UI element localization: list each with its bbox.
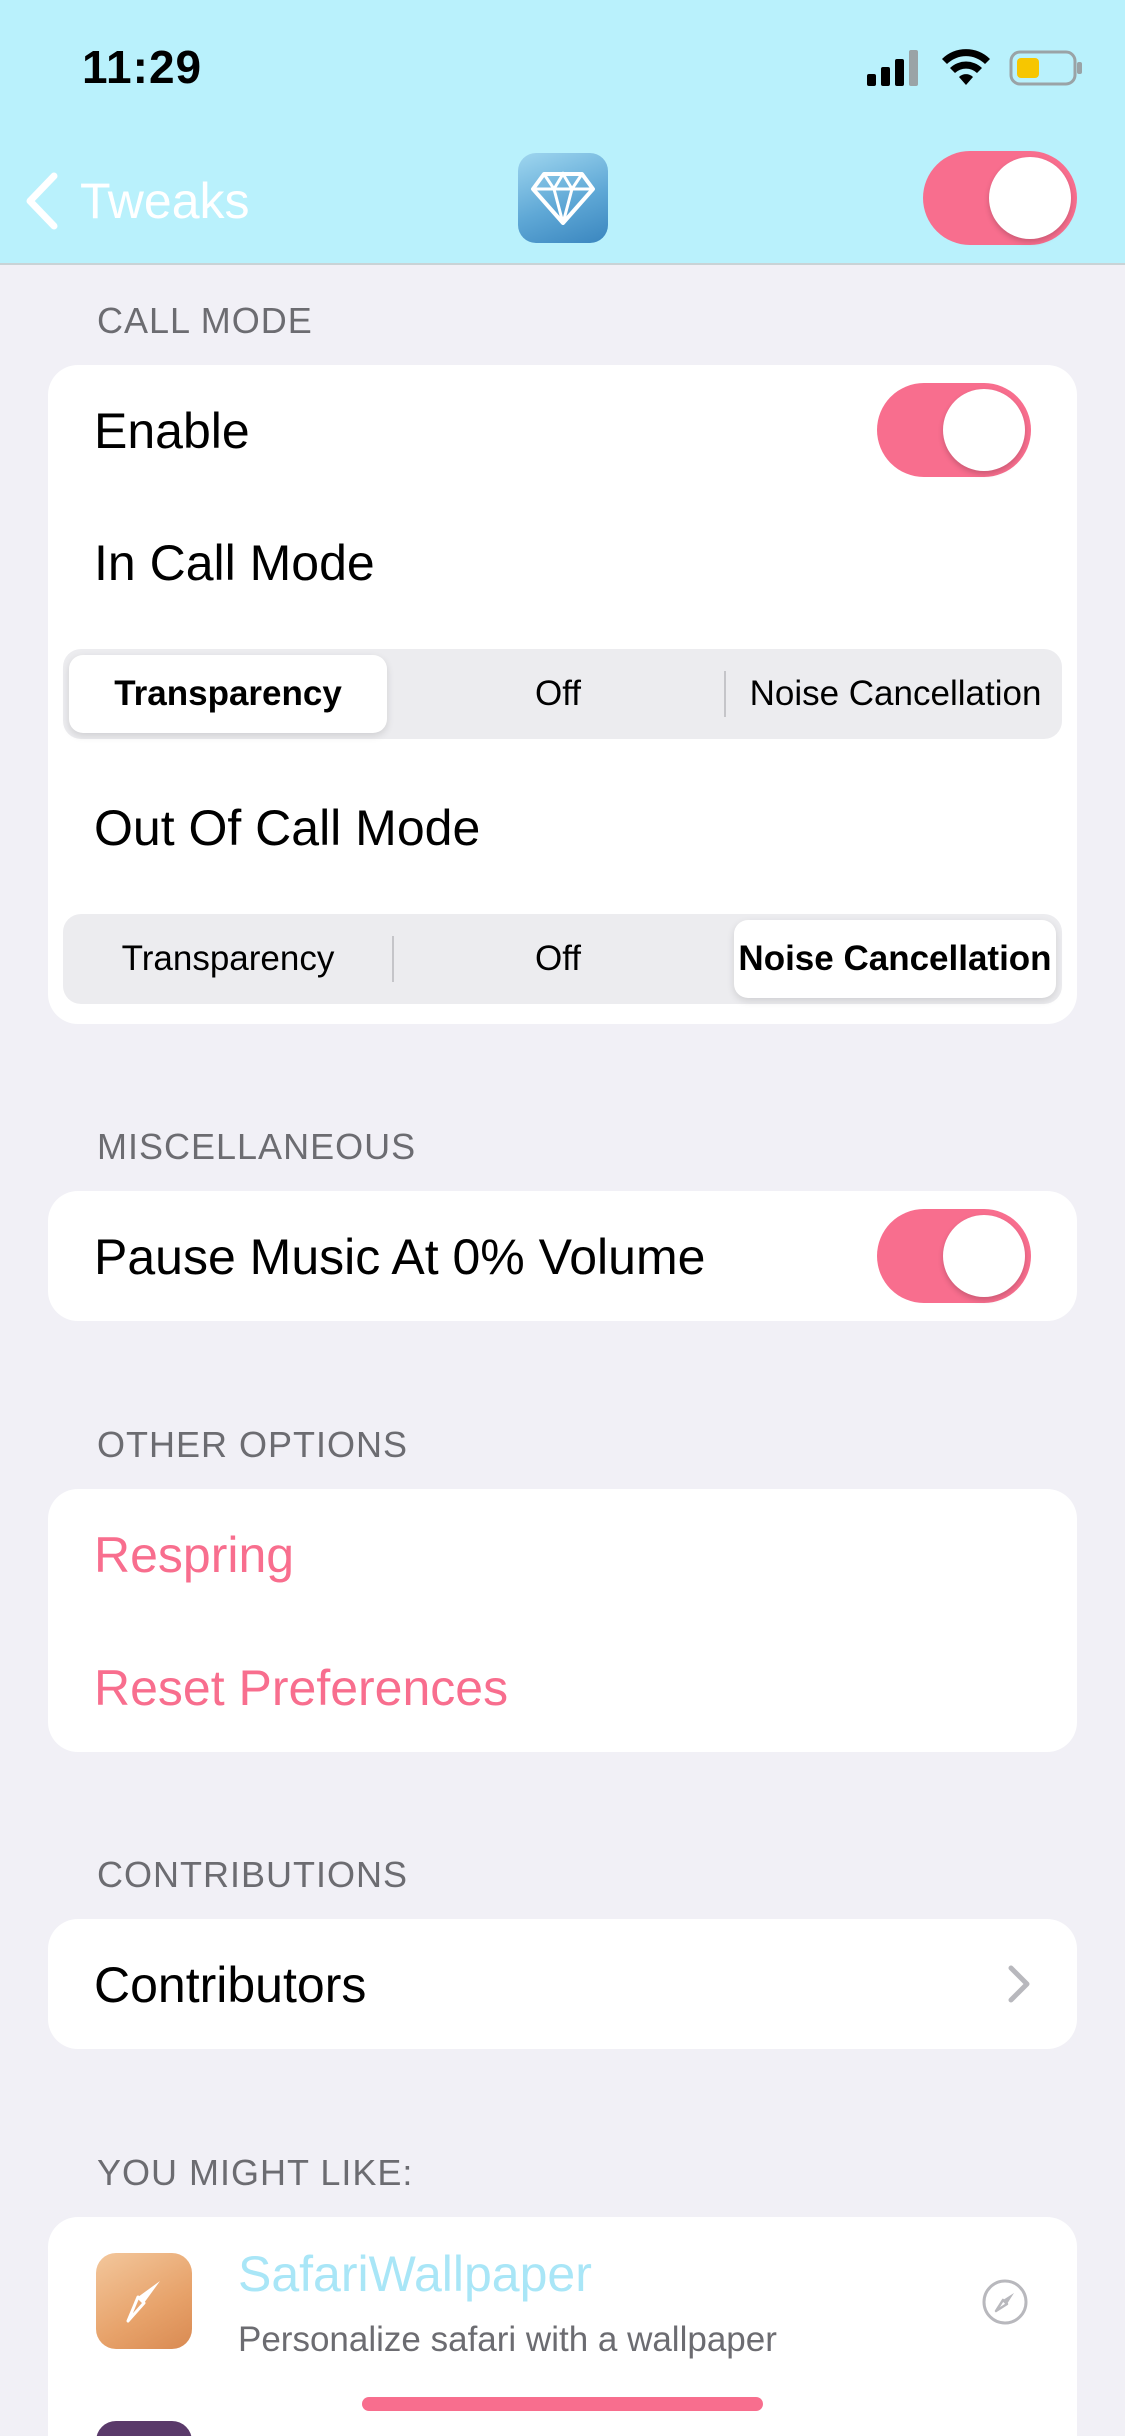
back-button[interactable]: Tweaks	[24, 166, 250, 236]
diamond-app-icon	[518, 153, 608, 243]
safari-wallpaper-icon	[96, 2253, 192, 2349]
battery-icon	[1009, 50, 1082, 86]
next-tweak-icon	[96, 2421, 192, 2436]
section-header-you-might-like: YOU MIGHT LIKE:	[97, 2152, 414, 2193]
wifi-icon	[942, 49, 990, 85]
other-options-card: Respring Reset Preferences	[48, 1489, 1077, 1752]
segment-divider	[392, 936, 394, 982]
section-header-miscellaneous: MISCELLANEOUS	[97, 1126, 417, 1167]
switch-knob	[943, 1215, 1025, 1297]
out-of-call-mode-segmented-control: Transparency Off Noise Cancellation	[63, 914, 1062, 1004]
switch-knob	[943, 389, 1025, 471]
section-header-other-options: OTHER OPTIONS	[97, 1424, 409, 1465]
chevron-left-icon	[26, 172, 58, 230]
back-label: Tweaks	[80, 173, 250, 229]
in-call-mode-segmented-control: Transparency Off Noise Cancellation	[63, 649, 1062, 739]
status-icons	[867, 48, 1083, 88]
compass-needle-icon	[126, 2281, 160, 2323]
navigation-bar: 11:29 Tweaks	[0, 0, 1125, 265]
miscellaneous-card: Pause Music At 0% Volume	[48, 1191, 1077, 1321]
section-header-call-mode: CALL MODE	[97, 300, 313, 341]
section-header-contributions: CONTRIBUTIONS	[97, 1854, 409, 1895]
diamond-icon	[531, 171, 595, 225]
out-of-call-mode-label: Out Of Call Mode	[94, 800, 481, 856]
call-mode-card: Enable In Call Mode Transparency Off Noi…	[48, 365, 1077, 1024]
segment-noise-cancellation[interactable]: Noise Cancellation	[734, 920, 1056, 998]
home-indicator	[362, 2397, 763, 2411]
contributors-label: Contributors	[94, 1957, 367, 2013]
segment-off[interactable]: Off	[403, 914, 713, 1004]
respring-button[interactable]: Respring	[94, 1526, 294, 1584]
pause-music-switch[interactable]	[877, 1209, 1031, 1303]
safari-compass-icon[interactable]	[980, 2277, 1030, 2327]
chevron-right-icon	[1008, 1965, 1030, 2003]
segment-transparency[interactable]: Transparency	[69, 655, 387, 733]
switch-knob	[989, 157, 1071, 239]
segment-divider	[724, 671, 726, 717]
pause-music-label: Pause Music At 0% Volume	[94, 1229, 706, 1285]
segment-transparency[interactable]: Transparency	[69, 914, 387, 1004]
contributors-row[interactable]: Contributors	[48, 1919, 1077, 2049]
reset-preferences-button[interactable]: Reset Preferences	[94, 1659, 508, 1717]
safari-wallpaper-title[interactable]: SafariWallpaper	[238, 2245, 592, 2303]
safari-wallpaper-subtitle: Personalize safari with a wallpaper	[238, 2320, 777, 2359]
cellular-signal-icon	[867, 50, 918, 86]
in-call-mode-label: In Call Mode	[94, 535, 375, 591]
master-enable-switch[interactable]	[923, 151, 1077, 245]
segment-off[interactable]: Off	[403, 649, 713, 739]
segment-noise-cancellation[interactable]: Noise Cancellation	[729, 649, 1062, 739]
status-time: 11:29	[82, 41, 203, 93]
enable-label: Enable	[94, 403, 250, 459]
enable-switch[interactable]	[877, 383, 1031, 477]
